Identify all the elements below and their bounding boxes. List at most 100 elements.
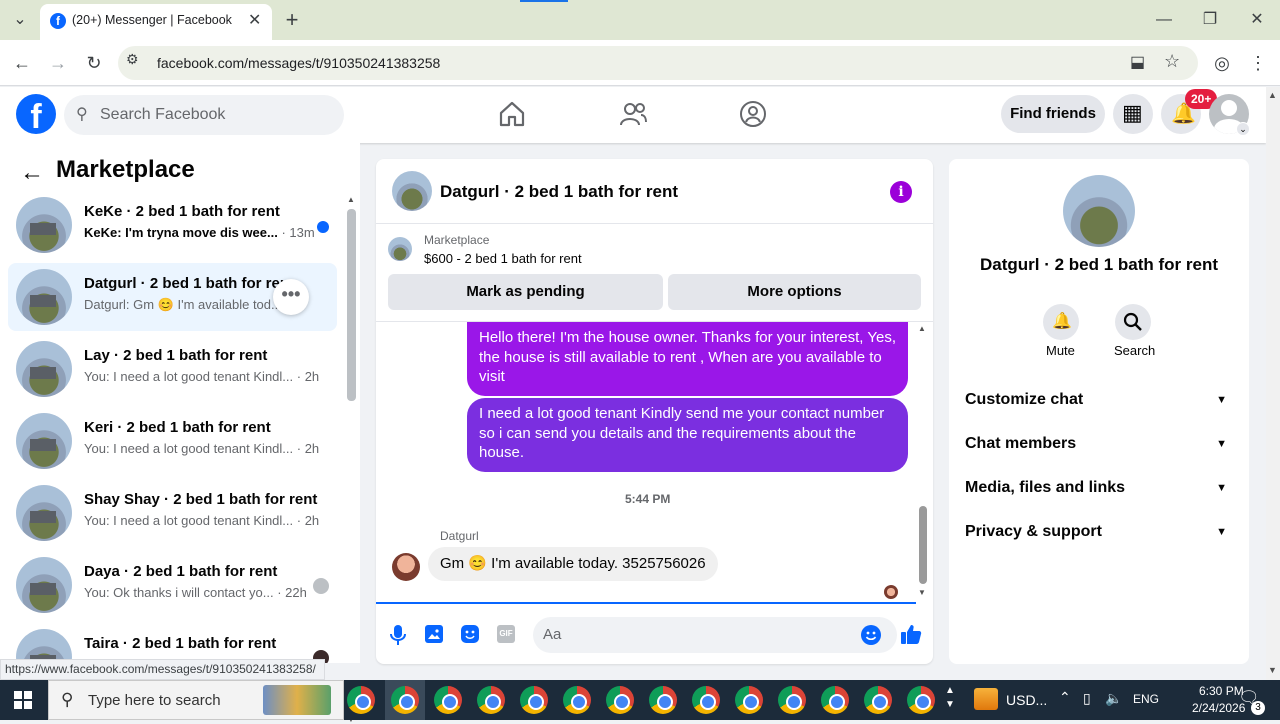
emoji-icon[interactable]	[861, 625, 881, 645]
like-thumb-icon[interactable]	[899, 622, 923, 646]
friends-icon[interactable]	[618, 100, 648, 128]
scroll-up-icon[interactable]: ▲	[918, 324, 926, 333]
chevron-down-icon: ▼	[1216, 394, 1227, 406]
scroll-up-icon[interactable]: ▲	[347, 195, 355, 204]
sender-avatar[interactable]	[392, 553, 420, 581]
chrome-app-icon[interactable]	[864, 686, 892, 714]
language-indicator[interactable]: ENG	[1133, 692, 1159, 706]
messages-scrollbar[interactable]: ▲ ▼	[917, 324, 929, 599]
conversation-item[interactable]: Keri · 2 bed 1 bath for rent You: I need…	[8, 407, 337, 475]
media-files-links-section[interactable]: Media, files and links ▼	[965, 476, 1233, 500]
listing-thumbnail	[16, 629, 72, 663]
facebook-search-input[interactable]: ⚲ Search Facebook	[64, 95, 344, 135]
customize-chat-section[interactable]: Customize chat ▼	[965, 388, 1233, 412]
scroll-down-icon[interactable]: ▼	[918, 588, 926, 597]
conversation-title: Keri · 2 bed 1 bath for rent	[84, 419, 271, 436]
show-hidden-icons[interactable]: ⌃	[1059, 689, 1071, 706]
taskbar-search-box[interactable]: ⚲ Type here to search	[48, 680, 344, 720]
page-scroll-down-icon[interactable]: ▼	[1268, 665, 1277, 675]
conversation-info-icon[interactable]: i	[890, 181, 912, 203]
conversation-item[interactable]: Taira · 2 bed 1 bath for rent	[8, 623, 337, 663]
listing-thumbnail[interactable]	[388, 237, 412, 261]
outgoing-message[interactable]: I need a lot good tenant Kindly send me …	[467, 398, 908, 472]
privacy-support-section[interactable]: Privacy & support ▼	[965, 520, 1233, 544]
speaker-icon[interactable]: 🔈	[1105, 690, 1122, 707]
chrome-app-icon[interactable]	[606, 686, 634, 714]
close-tab-icon[interactable]: ✕	[248, 10, 261, 30]
conversations-scrollbar[interactable]: ▲ ▼	[346, 195, 356, 724]
battery-icon[interactable]: ▯	[1083, 690, 1091, 707]
browser-tab[interactable]: f (20+) Messenger | Facebook ✕	[40, 4, 272, 40]
chrome-app-icon[interactable]	[692, 686, 720, 714]
details-listing-avatar[interactable]	[1063, 175, 1135, 247]
tab-search-dropdown-icon[interactable]: ⌄	[8, 8, 32, 32]
minimize-icon[interactable]: —	[1152, 8, 1176, 32]
more-options-icon[interactable]: •••	[273, 279, 309, 315]
chrome-app-icon[interactable]	[391, 686, 419, 714]
conversation-item-selected[interactable]: Datgurl · 2 bed 1 bath for rent Datgurl:…	[8, 263, 337, 331]
listing-thumbnail	[16, 341, 72, 397]
conversation-item[interactable]: KeKe · 2 bed 1 bath for rent KeKe: I'm t…	[8, 191, 337, 259]
taskbar-search-placeholder: Type here to search	[88, 692, 221, 709]
mark-as-pending-button[interactable]: Mark as pending	[388, 274, 663, 310]
chrome-app-icon[interactable]	[735, 686, 763, 714]
conversation-item[interactable]: Daya · 2 bed 1 bath for rent You: Ok tha…	[8, 551, 337, 619]
page-scrollbar[interactable]	[1266, 87, 1280, 680]
back-arrow-icon[interactable]: ←	[20, 159, 44, 187]
restore-icon[interactable]: ❐	[1198, 8, 1222, 32]
groups-icon[interactable]	[738, 100, 768, 128]
forward-icon[interactable]: →	[46, 51, 70, 75]
profile-icon[interactable]: ◎	[1210, 51, 1234, 75]
outgoing-message[interactable]: Hello there! I'm the house owner. Thanks…	[467, 322, 908, 396]
gif-icon[interactable]: GIF	[497, 625, 515, 643]
search-in-chat-button[interactable]	[1115, 304, 1151, 340]
weather-widget-icon[interactable]	[974, 688, 998, 710]
chrome-app-icon[interactable]	[821, 686, 849, 714]
sticker-icon[interactable]	[461, 625, 479, 643]
conversation-item[interactable]: Lay · 2 bed 1 bath for rent You: I need …	[8, 335, 337, 403]
site-info-icon[interactable]: ⚙	[126, 51, 139, 68]
browser-menu-icon[interactable]: ⋮	[1246, 51, 1270, 75]
close-window-icon[interactable]: ✕	[1245, 8, 1269, 32]
chrome-app-icon[interactable]	[563, 686, 591, 714]
incoming-message[interactable]: Gm 😊 I'm available today. 3525756026	[428, 547, 718, 581]
page-scroll-up-icon[interactable]: ▲	[1268, 90, 1277, 100]
tab-title: (20+) Messenger | Facebook	[72, 13, 232, 27]
message-input[interactable]: Aa	[533, 617, 897, 653]
photo-attach-icon[interactable]	[425, 625, 443, 643]
chrome-app-icon[interactable]	[434, 686, 462, 714]
chat-title[interactable]: Datgurl · 2 bed 1 bath for rent	[440, 182, 678, 202]
url-bar[interactable]: ⚙ facebook.com/messages/t/91035024138325…	[118, 46, 1198, 80]
bookmark-star-icon[interactable]: ☆	[1164, 51, 1180, 72]
chat-listing-avatar[interactable]	[392, 171, 432, 211]
install-app-icon[interactable]: ⬓	[1130, 52, 1145, 72]
reload-icon[interactable]: ↻	[82, 51, 106, 75]
scroll-thumb[interactable]	[347, 209, 356, 401]
more-options-button[interactable]: More options	[668, 274, 921, 310]
weather-text[interactable]: USD...	[1006, 692, 1047, 708]
conversation-title: Datgurl · 2 bed 1 bath for rent	[84, 275, 284, 292]
voice-clip-icon[interactable]	[389, 624, 407, 646]
chrome-app-icon[interactable]	[477, 686, 505, 714]
mute-button[interactable]: 🔔	[1043, 304, 1079, 340]
back-icon[interactable]: ←	[10, 51, 34, 75]
message-placeholder: Aa	[543, 626, 562, 643]
chrome-app-icon[interactable]	[347, 686, 375, 714]
facebook-logo-icon[interactable]: f	[16, 94, 56, 134]
chrome-app-icon[interactable]	[520, 686, 548, 714]
listing-title[interactable]: $600 - 2 bed 1 bath for rent	[424, 251, 582, 266]
windows-start-icon[interactable]	[14, 691, 32, 709]
chat-members-section[interactable]: Chat members ▼	[965, 432, 1233, 456]
scroll-thumb[interactable]	[919, 506, 927, 584]
taskbar-scroll-arrows-icon[interactable]: ▲ ▼	[945, 684, 955, 712]
new-tab-icon[interactable]: +	[280, 8, 304, 32]
conversation-item[interactable]: Shay Shay · 2 bed 1 bath for rent You: I…	[8, 479, 337, 547]
clock-time[interactable]: 6:30 PM	[1199, 684, 1244, 698]
find-friends-button[interactable]: Find friends	[1001, 95, 1105, 133]
account-chevron-icon[interactable]: ⌄	[1236, 122, 1250, 136]
home-icon[interactable]	[497, 100, 527, 128]
chrome-app-icon[interactable]	[649, 686, 677, 714]
chrome-app-icon[interactable]	[907, 686, 935, 714]
menu-button[interactable]: ▦	[1113, 94, 1153, 134]
chrome-app-icon[interactable]	[778, 686, 806, 714]
